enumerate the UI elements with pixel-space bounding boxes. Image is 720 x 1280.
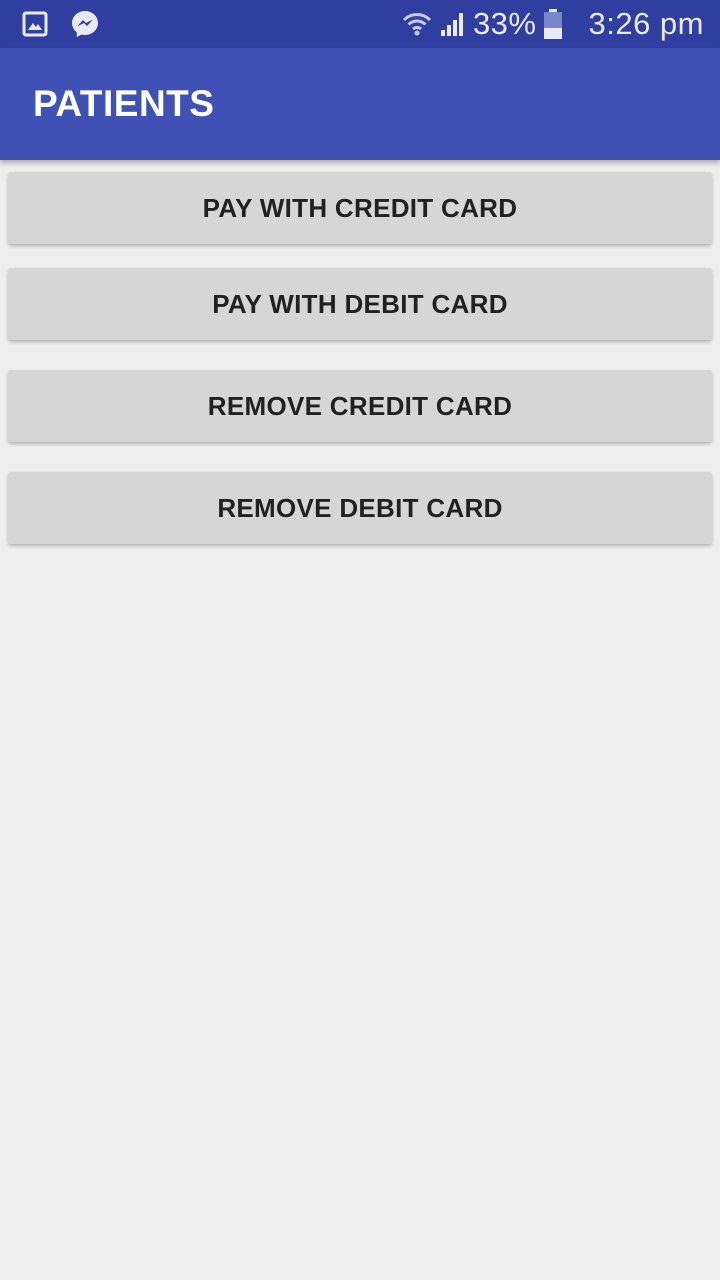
remove-credit-card-button[interactable]: REMOVE CREDIT CARD [8, 370, 712, 442]
signal-icon [439, 10, 467, 38]
battery-percent: 33% [472, 6, 537, 41]
pay-with-debit-card-button[interactable]: PAY WITH DEBIT CARD [8, 268, 712, 340]
messenger-icon [70, 9, 100, 39]
app-bar: PATIENTS [0, 48, 720, 160]
status-bar-left [22, 9, 100, 39]
gallery-icon [22, 11, 48, 37]
status-bar: 33% 3:26 pm [0, 0, 720, 48]
battery-icon [542, 8, 564, 40]
wifi-icon [401, 9, 433, 39]
page-title: PATIENTS [33, 83, 215, 124]
clock: 3:26 pm [588, 6, 704, 41]
pay-with-credit-card-button[interactable]: PAY WITH CREDIT CARD [8, 172, 712, 244]
status-bar-right: 33% 3:26 pm [401, 6, 704, 42]
remove-debit-card-button[interactable]: REMOVE DEBIT CARD [8, 472, 712, 544]
